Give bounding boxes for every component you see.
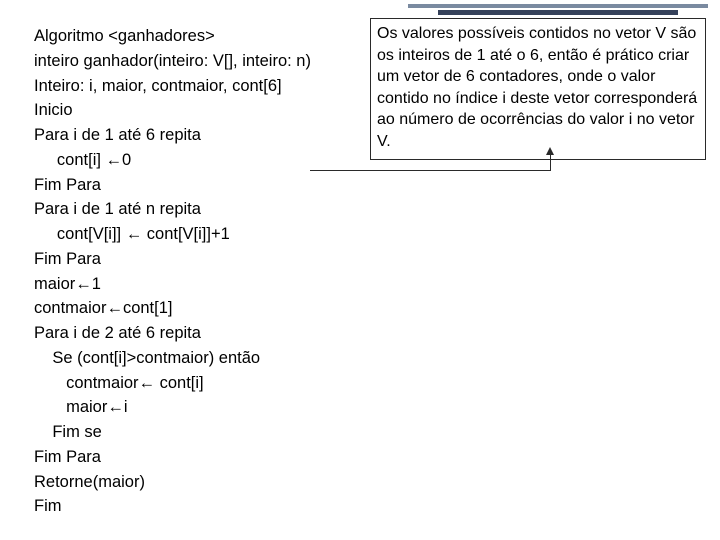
code-line: maior←1 [34, 272, 700, 297]
code-line: contmaior← cont[i] [34, 371, 700, 396]
code-line: Fim Para [34, 445, 700, 470]
code-line: Para i de 1 até n repita [34, 197, 700, 222]
callout-connector [550, 155, 551, 171]
code-line: Fim [34, 494, 700, 519]
code-line: Fim se [34, 420, 700, 445]
code-line: maior←i [34, 395, 700, 420]
code-line: Fim Para [34, 173, 700, 198]
arrow-up-icon [546, 147, 554, 155]
code-line: Se (cont[i]>contmaior) então [34, 346, 700, 371]
code-line: Retorne(maior) [34, 470, 700, 495]
code-line: contmaior←cont[1] [34, 296, 700, 321]
code-line: Fim Para [34, 247, 700, 272]
code-line: cont[V[i]] ← cont[V[i]]+1 [34, 222, 700, 247]
callout-text: Os valores possíveis contidos no vetor V… [377, 25, 697, 150]
explanation-callout: Os valores possíveis contidos no vetor V… [370, 18, 706, 160]
callout-connector [310, 170, 550, 171]
code-line: Para i de 2 até 6 repita [34, 321, 700, 346]
